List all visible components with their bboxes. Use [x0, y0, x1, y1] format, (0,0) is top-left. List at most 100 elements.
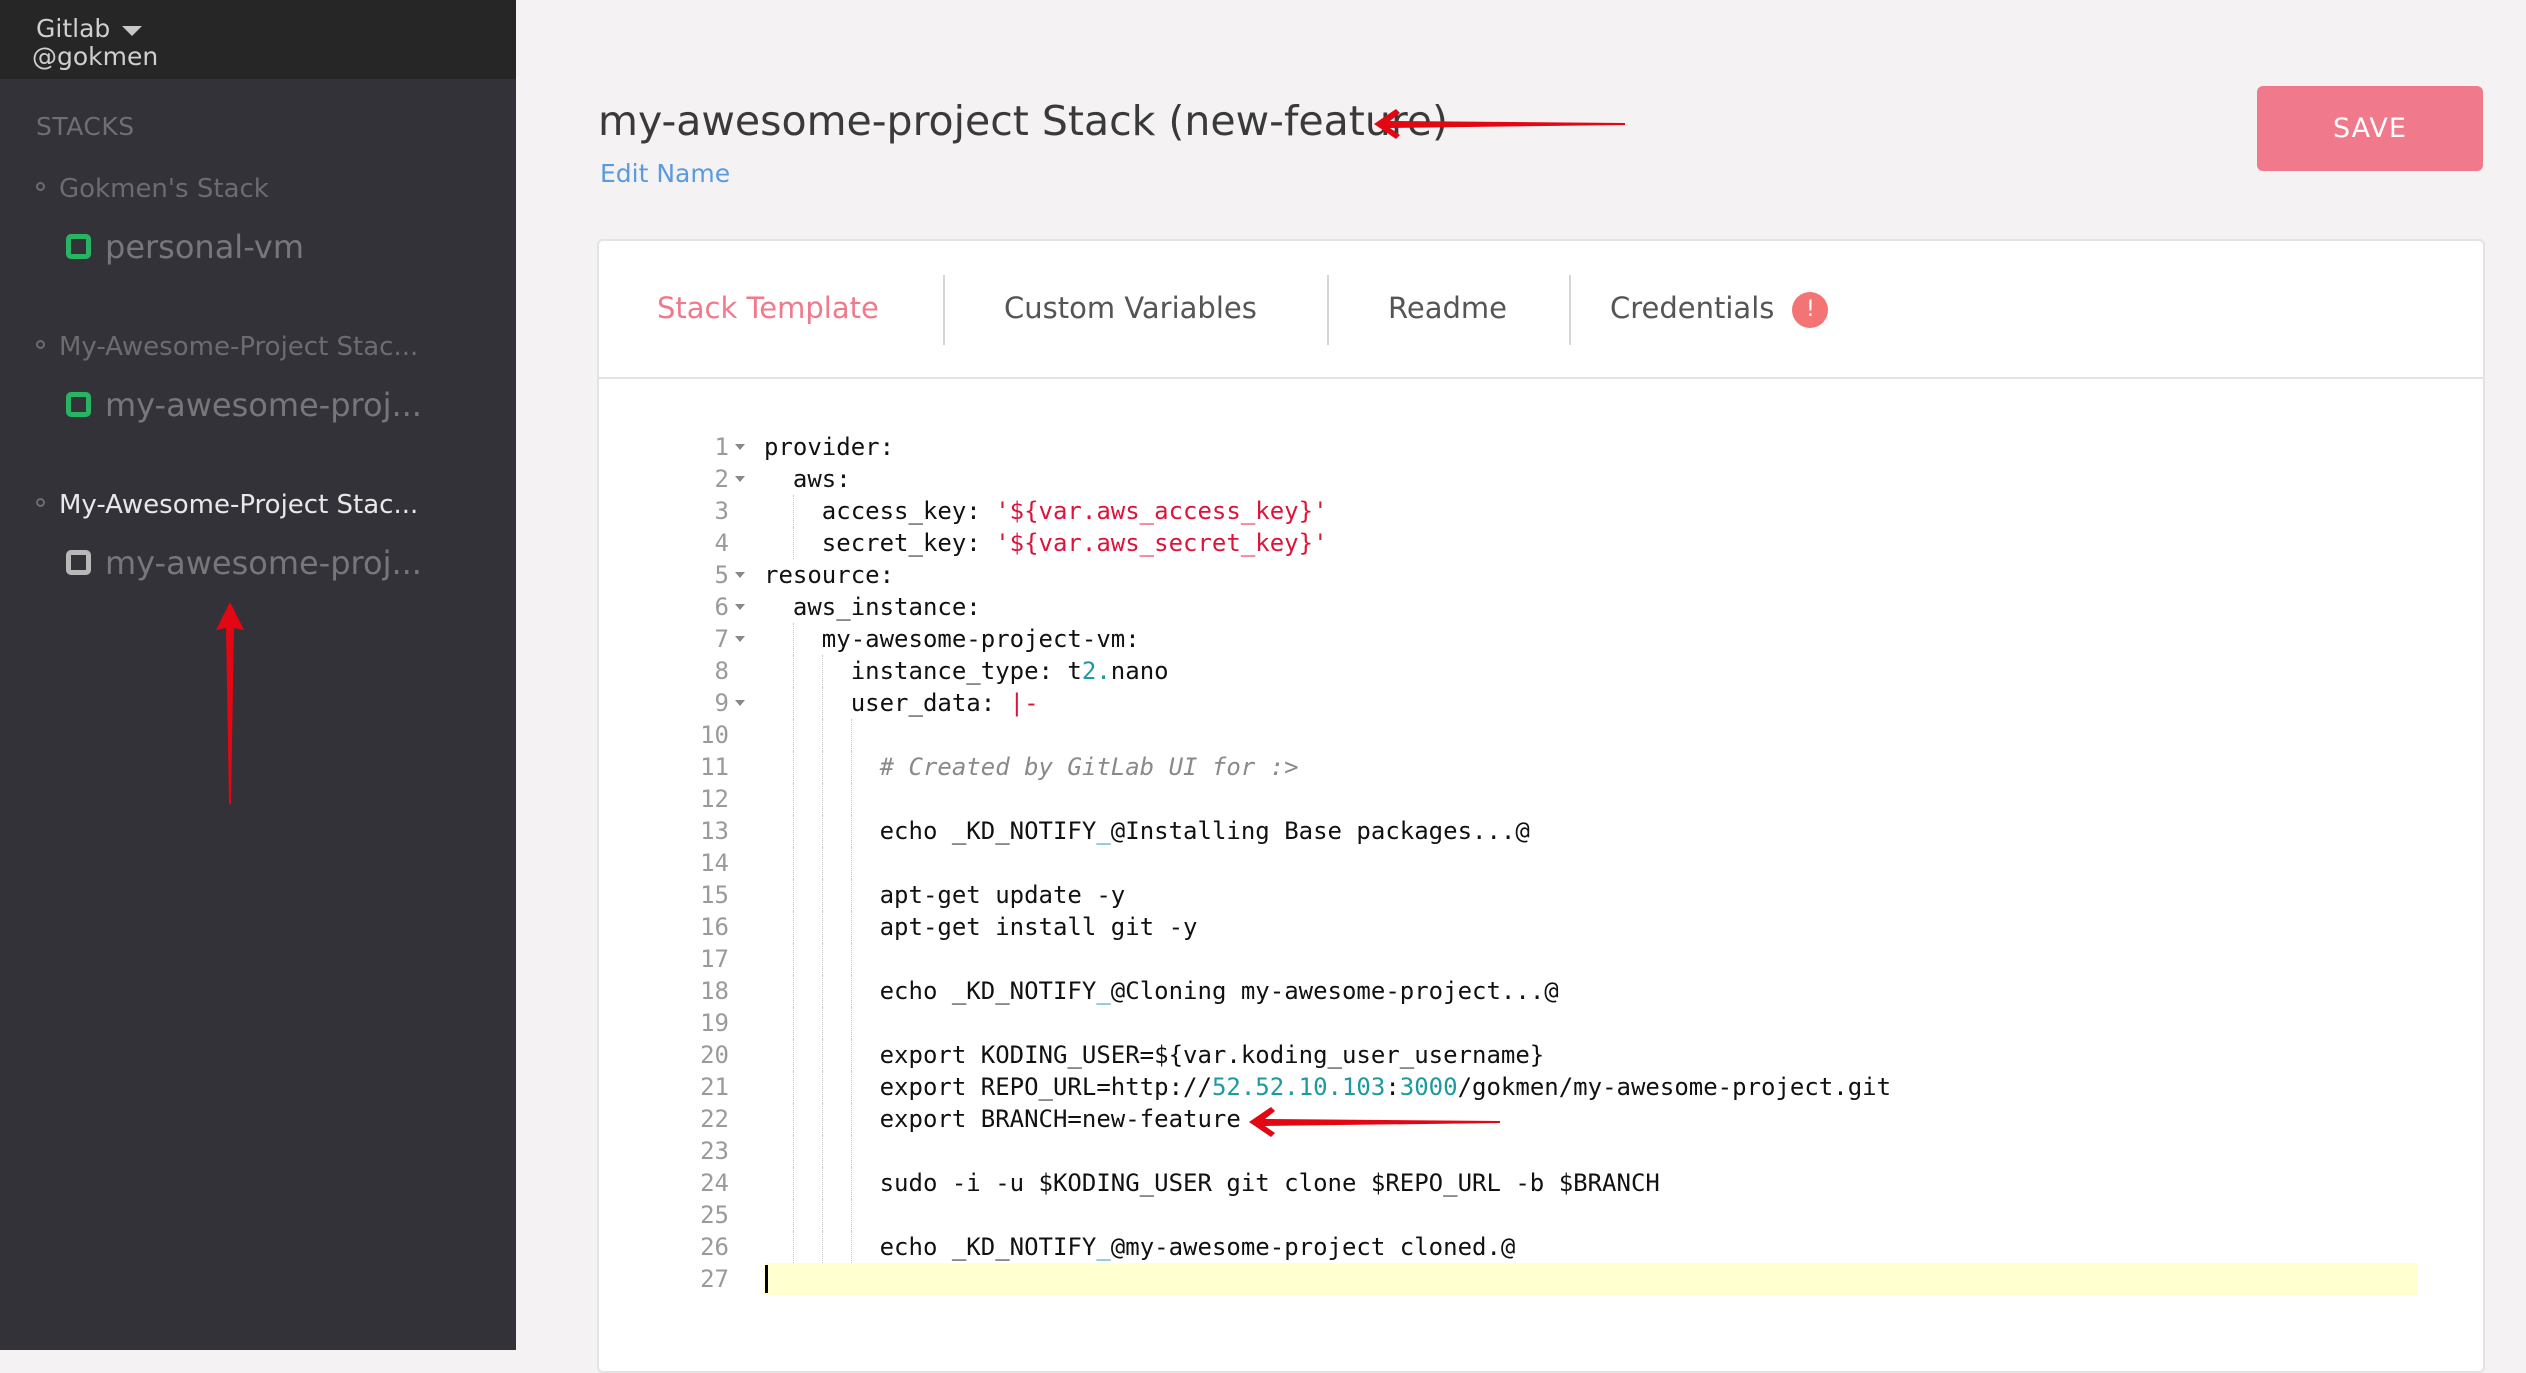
- code-line[interactable]: 24 sudo -i -u $KODING_USER git clone $RE…: [599, 1167, 2483, 1199]
- code-line[interactable]: 9 user_data: |-: [599, 687, 2483, 719]
- code-editor[interactable]: 1 provider: 2 aws: 3 access_key: '${var.aws…: [599, 431, 2483, 1295]
- indent-guide: [821, 1199, 823, 1231]
- code-line[interactable]: 15 apt-get update -y: [599, 879, 2483, 911]
- code-line[interactable]: 1 provider:: [599, 431, 2483, 463]
- fold-arrow-icon[interactable]: [735, 636, 745, 642]
- code-line[interactable]: 26 echo _KD_NOTIFY_@my-awesome-project c…: [599, 1231, 2483, 1263]
- code-text: aws:: [764, 465, 851, 493]
- code-text: sudo -i -u $KODING_USER git clone $REPO_…: [764, 1169, 1660, 1197]
- sidebar-stack-title[interactable]: Gokmen's Stack: [36, 174, 269, 204]
- code-text: my-awesome-project-vm:: [764, 625, 1140, 653]
- tab-readme[interactable]: Readme: [1388, 291, 1507, 325]
- indent-guide: [792, 1007, 794, 1039]
- code-text: echo _KD_NOTIFY_@my-awesome-project clon…: [764, 1233, 1516, 1261]
- code-line[interactable]: 4 secret_key: '${var.aws_secret_key}': [599, 527, 2483, 559]
- stacks-heading: STACKS: [36, 112, 135, 141]
- sidebar-machine-item[interactable]: my-awesome-proj...: [66, 386, 422, 424]
- code-line[interactable]: 17: [599, 943, 2483, 975]
- code-text: instance_type: t2.nano: [764, 657, 1169, 685]
- code-line[interactable]: 14: [599, 847, 2483, 879]
- tab-stack-template[interactable]: Stack Template: [657, 291, 879, 325]
- code-line[interactable]: 12: [599, 783, 2483, 815]
- fold-arrow-icon[interactable]: [735, 444, 745, 450]
- code-line[interactable]: 23: [599, 1135, 2483, 1167]
- text-cursor: [765, 1265, 768, 1293]
- indent-guide: [821, 1135, 823, 1167]
- code-line[interactable]: 6 aws_instance:: [599, 591, 2483, 623]
- team-name: Gitlab: [36, 14, 111, 43]
- save-button[interactable]: SAVE: [2257, 86, 2483, 171]
- code-text: provider:: [764, 433, 895, 461]
- code-line[interactable]: 13 echo _KD_NOTIFY_@Installing Base pack…: [599, 815, 2483, 847]
- code-line[interactable]: 22 export BRANCH=new-feature: [599, 1103, 2483, 1135]
- line-number: 8: [714, 657, 729, 685]
- edit-name-link[interactable]: Edit Name: [600, 159, 730, 188]
- indent-guide: [792, 1135, 794, 1167]
- indent-guide: [850, 719, 852, 751]
- sidebar: Gitlab @gokmen STACKS Gokmen's Stack per…: [0, 0, 516, 1350]
- indent-guide: [850, 943, 852, 975]
- code-line[interactable]: 2 aws:: [599, 463, 2483, 495]
- indent-guide: [850, 783, 852, 815]
- tab-custom-variables[interactable]: Custom Variables: [1004, 291, 1257, 325]
- indent-guide: [792, 719, 794, 751]
- code-text: export REPO_URL=http://52.52.10.103:3000…: [764, 1073, 1892, 1101]
- indent-guide: [850, 1135, 852, 1167]
- sidebar-stack-title[interactable]: My-Awesome-Project Stac...: [36, 332, 418, 362]
- indent-guide: [850, 1199, 852, 1231]
- tab-credentials[interactable]: Credentials!: [1610, 291, 1829, 328]
- sidebar-machine-item[interactable]: personal-vm: [66, 228, 304, 266]
- code-line[interactable]: 16 apt-get install git -y: [599, 911, 2483, 943]
- code-line[interactable]: 18 echo _KD_NOTIFY_@Cloning my-awesome-p…: [599, 975, 2483, 1007]
- code-line[interactable]: 5 resource:: [599, 559, 2483, 591]
- line-number: 4: [714, 529, 729, 557]
- line-number: 6: [714, 593, 729, 621]
- line-number: 14: [700, 849, 729, 877]
- fold-arrow-icon[interactable]: [735, 700, 745, 706]
- line-number: 19: [700, 1009, 729, 1037]
- code-line[interactable]: 8 instance_type: t2.nano: [599, 655, 2483, 687]
- code-line[interactable]: 25: [599, 1199, 2483, 1231]
- fold-arrow-icon[interactable]: [735, 476, 745, 482]
- line-number: 1: [714, 433, 729, 461]
- warning-badge-icon: !: [1792, 292, 1829, 328]
- indent-guide: [821, 719, 823, 751]
- code-text: access_key: '${var.aws_access_key}': [764, 497, 1328, 525]
- code-line[interactable]: 19: [599, 1007, 2483, 1039]
- machine-label: personal-vm: [105, 228, 304, 266]
- username: @gokmen: [32, 42, 159, 71]
- code-text: secret_key: '${var.aws_secret_key}': [764, 529, 1328, 557]
- caret-down-icon[interactable]: [122, 26, 142, 36]
- line-number: 22: [700, 1105, 729, 1133]
- indent-guide: [821, 783, 823, 815]
- machine-label: my-awesome-proj...: [105, 386, 422, 424]
- indent-guide: [850, 847, 852, 879]
- line-number: 15: [700, 881, 729, 909]
- tab-divider: [1327, 275, 1329, 345]
- code-text: apt-get install git -y: [764, 913, 1198, 941]
- indent-guide: [821, 943, 823, 975]
- fold-arrow-icon[interactable]: [735, 604, 745, 610]
- line-number: 20: [700, 1041, 729, 1069]
- fold-arrow-icon[interactable]: [735, 572, 745, 578]
- code-line[interactable]: 7 my-awesome-project-vm:: [599, 623, 2483, 655]
- line-number: 10: [700, 721, 729, 749]
- code-line[interactable]: 20 export KODING_USER=${var.koding_user_…: [599, 1039, 2483, 1071]
- stack-title-label: My-Awesome-Project Stac...: [59, 332, 419, 362]
- indent-guide: [850, 1007, 852, 1039]
- line-number: 17: [700, 945, 729, 973]
- sidebar-stack-title-active[interactable]: My-Awesome-Project Stac...: [36, 490, 418, 520]
- account-switcher[interactable]: Gitlab @gokmen: [0, 0, 516, 79]
- code-line[interactable]: 27: [599, 1263, 2483, 1295]
- code-line[interactable]: 11 # Created by GitLab UI for :>: [599, 751, 2483, 783]
- indent-guide: [792, 847, 794, 879]
- tab-credentials-label: Credentials: [1610, 291, 1775, 325]
- code-line[interactable]: 10: [599, 719, 2483, 751]
- sidebar-machine-item[interactable]: my-awesome-proj...: [66, 544, 422, 582]
- code-line[interactable]: 21 export REPO_URL=http://52.52.10.103:3…: [599, 1071, 2483, 1103]
- code-text: echo _KD_NOTIFY_@Cloning my-awesome-proj…: [764, 977, 1559, 1005]
- line-number: 2: [714, 465, 729, 493]
- code-line[interactable]: 3 access_key: '${var.aws_access_key}': [599, 495, 2483, 527]
- stack-editor-panel: Stack Template Custom Variables Readme C…: [597, 239, 2485, 1373]
- machine-label: my-awesome-proj...: [105, 544, 422, 582]
